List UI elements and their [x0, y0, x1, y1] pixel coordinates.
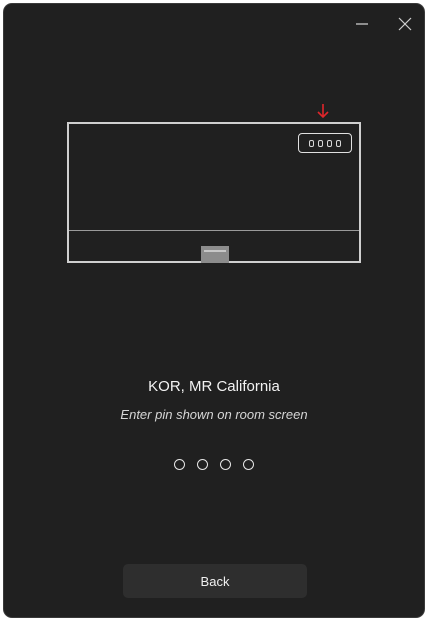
pin-dot	[197, 459, 208, 470]
pin-entry[interactable]	[174, 459, 254, 470]
pin-dot	[220, 459, 231, 470]
back-button[interactable]: Back	[123, 564, 307, 598]
room-device-icon	[201, 246, 229, 263]
pin-dot	[174, 459, 185, 470]
device-strip	[204, 250, 226, 252]
room-screen-pin-display	[298, 133, 352, 153]
pin-digit-glyph	[309, 139, 314, 147]
minimize-button[interactable]	[349, 12, 375, 36]
pin-instruction: Enter pin shown on room screen	[120, 407, 308, 422]
pairing-window: KOR, MR California Enter pin shown on ro…	[4, 4, 424, 617]
diagram-divider	[69, 230, 359, 231]
room-name: KOR, MR California	[148, 378, 280, 395]
close-button[interactable]	[392, 12, 418, 36]
pin-digit-glyph	[318, 139, 323, 147]
room-screen-illustration	[67, 122, 361, 263]
pin-digit-glyph	[336, 139, 341, 147]
arrow-down-icon	[317, 104, 329, 119]
close-icon	[398, 17, 412, 31]
minimize-icon	[356, 23, 368, 25]
pin-dot	[243, 459, 254, 470]
pin-digit-glyph	[327, 139, 332, 147]
